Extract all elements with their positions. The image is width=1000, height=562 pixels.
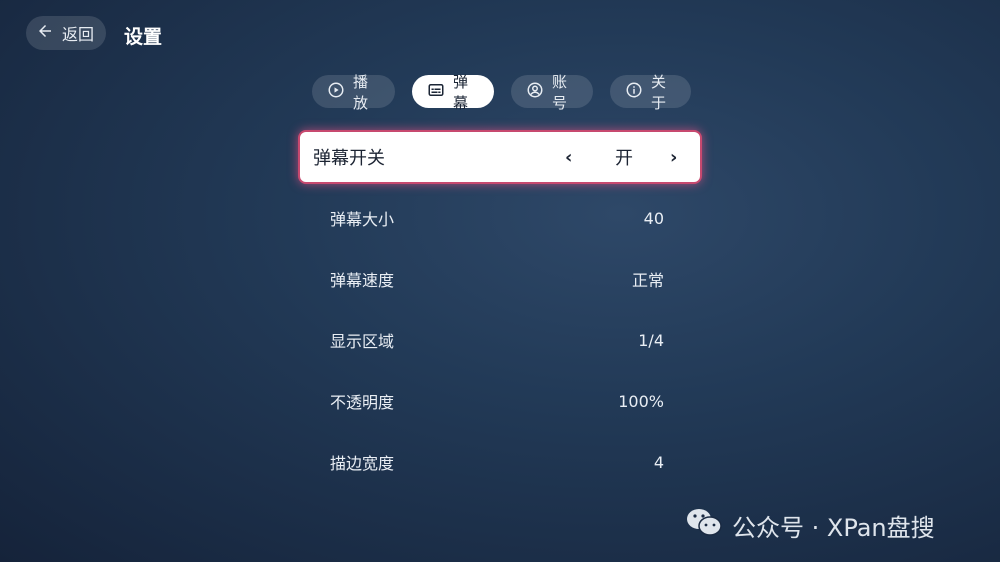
back-label: 返回 (61, 25, 94, 44)
setting-value: 正常 (631, 271, 664, 290)
back-button[interactable]: 返回 (26, 16, 106, 50)
wechat-icon (684, 506, 724, 544)
tab-label: 弹幕 (453, 72, 469, 112)
setting-row-danmaku-toggle[interactable]: 弹幕开关 ‹ 开 › (298, 130, 702, 184)
setting-value: 4 (653, 452, 664, 472)
setting-label: 不透明度 (330, 393, 395, 412)
tab-label: 账号 (552, 72, 568, 112)
tab-label: 播放 (353, 72, 369, 112)
setting-row-danmaku-size[interactable]: 弹幕大小 40 (298, 198, 702, 238)
setting-label: 弹幕速度 (330, 271, 395, 290)
setting-label: 弹幕开关 (313, 148, 385, 169)
setting-row-danmaku-speed[interactable]: 弹幕速度 正常 (298, 259, 702, 299)
setting-value: 100% (618, 391, 664, 411)
setting-value: 1/4 (638, 330, 664, 350)
tab-label: 关于 (651, 72, 667, 112)
tab-account[interactable]: 账号 (511, 73, 593, 112)
chevron-right-icon[interactable]: › (670, 147, 677, 168)
setting-row-opacity[interactable]: 不透明度 100% (298, 381, 702, 421)
setting-value: 40 (643, 208, 664, 228)
watermark-text: 公众号 · XPan盘搜 (732, 513, 935, 542)
settings-tabs: 播放 弹幕 账号 关于 (312, 73, 691, 112)
play-circle-icon (327, 81, 345, 103)
arrow-left-icon (36, 22, 54, 44)
setting-value: 开 (615, 148, 633, 169)
setting-label: 描边宽度 (330, 454, 395, 473)
page-title: 设置 (124, 26, 163, 48)
settings-list: 弹幕开关 ‹ 开 › 弹幕大小 40 弹幕速度 正常 显示区域 1/4 不透明度… (298, 130, 702, 473)
subtitles-icon (427, 81, 445, 103)
watermark: 公众号 · XPan盘搜 (684, 506, 935, 544)
setting-row-stroke-width[interactable]: 描边宽度 4 (298, 442, 702, 482)
account-circle-icon (526, 81, 544, 103)
chevron-left-icon[interactable]: ‹ (565, 147, 572, 168)
info-icon (625, 81, 643, 103)
tab-about[interactable]: 关于 (610, 73, 691, 112)
setting-label: 弹幕大小 (330, 210, 395, 229)
setting-row-display-area[interactable]: 显示区域 1/4 (298, 320, 702, 360)
tab-playback[interactable]: 播放 (312, 73, 395, 112)
tab-danmaku[interactable]: 弹幕 (412, 73, 494, 112)
setting-label: 显示区域 (330, 332, 395, 351)
